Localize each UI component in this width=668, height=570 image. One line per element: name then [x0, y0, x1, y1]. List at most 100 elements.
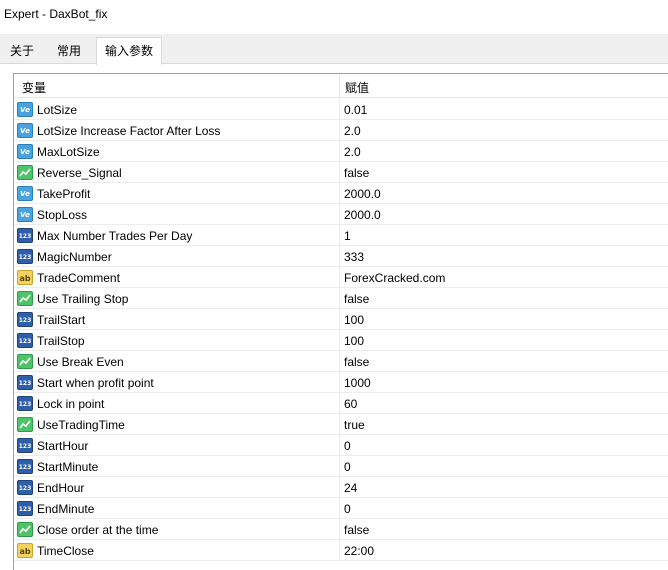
parameter-name: EndMinute: [37, 502, 95, 516]
tab-about[interactable]: 关于: [2, 40, 42, 64]
parameter-value[interactable]: 2000.0: [344, 208, 381, 222]
parameter-value[interactable]: 2.0: [344, 124, 361, 138]
cell-divider: [339, 330, 340, 351]
integer-type-icon: 123: [17, 501, 33, 516]
parameter-value[interactable]: false: [344, 355, 369, 369]
table-row[interactable]: Use Break Even false: [14, 351, 668, 372]
parameter-name: Close order at the time: [37, 523, 159, 537]
cell-divider: [339, 540, 340, 561]
cell-divider: [339, 162, 340, 183]
parameter-name: TimeClose: [37, 544, 94, 558]
double-type-icon: Ve: [17, 123, 33, 138]
integer-type-icon: 123: [17, 459, 33, 474]
table-row[interactable]: ab TimeClose 22:00: [14, 540, 668, 561]
bool-type-icon: [17, 291, 33, 306]
parameter-value[interactable]: 0.01: [344, 103, 367, 117]
cell-divider: [339, 498, 340, 519]
parameter-name: UseTradingTime: [37, 418, 125, 432]
grid-header: 变量 赋值: [14, 74, 668, 98]
parameter-name: Start when profit point: [37, 376, 154, 390]
string-type-icon: ab: [17, 270, 33, 285]
table-row[interactable]: 123 MagicNumber 333: [14, 246, 668, 267]
bool-type-icon: [17, 417, 33, 432]
parameter-name: MagicNumber: [37, 250, 112, 264]
cell-divider: [339, 372, 340, 393]
column-header-variable[interactable]: 变量: [22, 79, 46, 96]
cell-divider: [339, 204, 340, 225]
table-row[interactable]: 123 TrailStart 100: [14, 309, 668, 330]
table-row[interactable]: Ve LotSize Increase Factor After Loss 2.0: [14, 120, 668, 141]
table-row[interactable]: Ve TakeProfit 2000.0: [14, 183, 668, 204]
cell-divider: [339, 225, 340, 246]
table-row[interactable]: UseTradingTime true: [14, 414, 668, 435]
tab-common[interactable]: 常用: [49, 40, 89, 64]
cell-divider: [339, 246, 340, 267]
parameter-value[interactable]: 1000: [344, 376, 371, 390]
double-type-icon: Ve: [17, 186, 33, 201]
parameter-value[interactable]: 24: [344, 481, 357, 495]
parameter-value[interactable]: false: [344, 523, 369, 537]
cell-divider: [339, 309, 340, 330]
column-header-value[interactable]: 赋值: [345, 79, 369, 96]
tab-inputs[interactable]: 输入参数: [96, 37, 163, 65]
parameter-value[interactable]: 22:00: [344, 544, 374, 558]
table-row[interactable]: 123 StartHour 0: [14, 435, 668, 456]
bool-type-icon: [17, 522, 33, 537]
parameter-name: TradeComment: [37, 271, 120, 285]
parameter-value[interactable]: 333: [344, 250, 364, 264]
parameter-name: Reverse_Signal: [37, 166, 122, 180]
table-row[interactable]: Use Trailing Stop false: [14, 288, 668, 309]
parameter-name: EndHour: [37, 481, 85, 495]
table-row[interactable]: 123 StartMinute 0: [14, 456, 668, 477]
integer-type-icon: 123: [17, 438, 33, 453]
cell-divider: [339, 351, 340, 372]
cell-divider: [339, 99, 340, 120]
table-row[interactable]: 123 EndMinute 0: [14, 498, 668, 519]
parameter-value[interactable]: 60: [344, 397, 357, 411]
parameter-value[interactable]: 100: [344, 313, 364, 327]
double-type-icon: Ve: [17, 102, 33, 117]
cell-divider: [339, 120, 340, 141]
double-type-icon: Ve: [17, 207, 33, 222]
parameter-value[interactable]: 100: [344, 334, 364, 348]
parameter-name: MaxLotSize: [37, 145, 100, 159]
parameter-name: Max Number Trades Per Day: [37, 229, 193, 243]
parameter-value[interactable]: 1: [344, 229, 351, 243]
cell-divider: [339, 477, 340, 498]
parameter-name: Use Break Even: [37, 355, 124, 369]
parameter-name: TrailStop: [37, 334, 85, 348]
table-row[interactable]: 123 TrailStop 100: [14, 330, 668, 351]
table-row[interactable]: 123 EndHour 24: [14, 477, 668, 498]
integer-type-icon: 123: [17, 396, 33, 411]
table-row[interactable]: 123 Max Number Trades Per Day 1: [14, 225, 668, 246]
parameter-value[interactable]: false: [344, 292, 369, 306]
cell-divider: [339, 456, 340, 477]
table-row[interactable]: Reverse_Signal false: [14, 162, 668, 183]
integer-type-icon: 123: [17, 249, 33, 264]
cell-divider: [339, 435, 340, 456]
integer-type-icon: 123: [17, 333, 33, 348]
parameter-value[interactable]: true: [344, 418, 365, 432]
parameter-name: TrailStart: [37, 313, 86, 327]
parameter-value[interactable]: 0: [344, 460, 351, 474]
parameter-value[interactable]: 2000.0: [344, 187, 381, 201]
parameter-name: LotSize: [37, 103, 78, 117]
integer-type-icon: 123: [17, 375, 33, 390]
parameter-value[interactable]: 0: [344, 439, 351, 453]
table-row[interactable]: Close order at the time false: [14, 519, 668, 540]
table-row[interactable]: Ve StopLoss 2000.0: [14, 204, 668, 225]
cell-divider: [339, 183, 340, 204]
table-row[interactable]: Ve MaxLotSize 2.0: [14, 141, 668, 162]
parameter-value[interactable]: 0: [344, 502, 351, 516]
parameter-value[interactable]: 2.0: [344, 145, 361, 159]
table-row[interactable]: 123 Start when profit point 1000: [14, 372, 668, 393]
table-row[interactable]: ab TradeComment ForexCracked.com: [14, 267, 668, 288]
table-row[interactable]: Ve LotSize 0.01: [14, 99, 668, 120]
parameter-name: TakeProfit: [37, 187, 91, 201]
parameter-name: StartHour: [37, 439, 89, 453]
parameter-value[interactable]: ForexCracked.com: [344, 271, 445, 285]
parameter-name: StartMinute: [37, 460, 99, 474]
parameter-value[interactable]: false: [344, 166, 369, 180]
table-row[interactable]: 123 Lock in point 60: [14, 393, 668, 414]
column-divider[interactable]: [339, 74, 340, 98]
